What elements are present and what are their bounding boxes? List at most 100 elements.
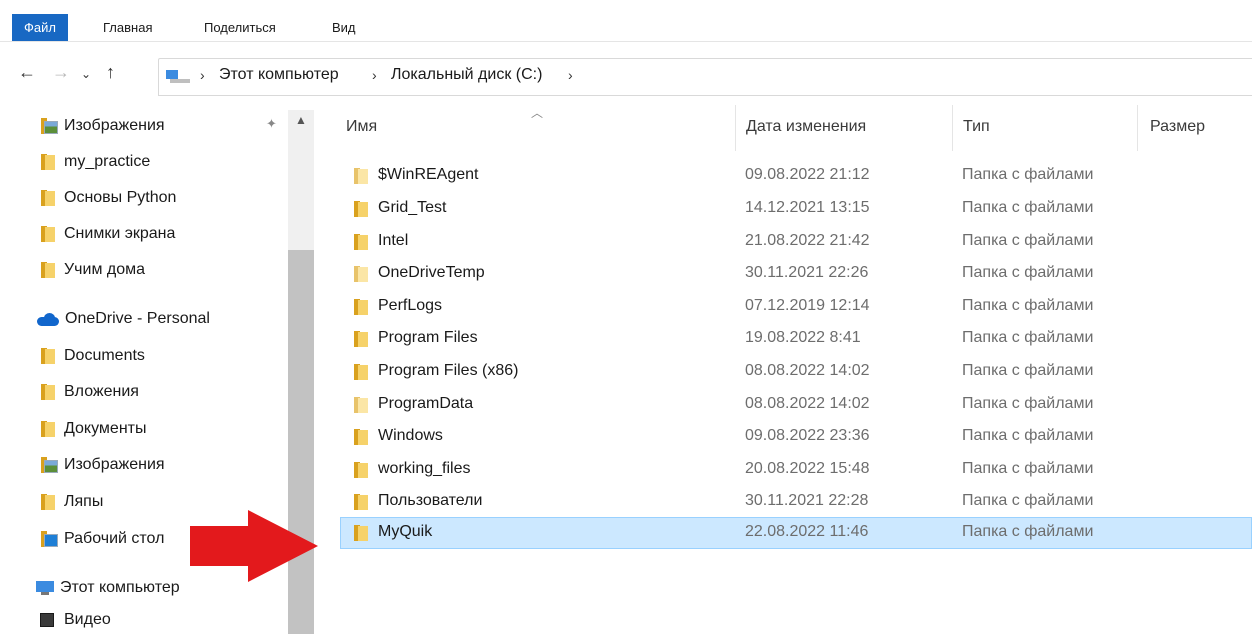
folder-icon	[40, 225, 56, 243]
file-type: Папка с файлами	[962, 232, 1094, 249]
sidebar-item-my-practice[interactable]: my_practice	[40, 147, 150, 177]
sidebar-item-label: Учим дома	[64, 261, 146, 278]
file-type: Папка с файлами	[962, 199, 1094, 216]
folder-icon	[40, 347, 56, 365]
sidebar-item-label: OneDrive - Personal	[65, 310, 210, 327]
file-date: 21.08.2022 21:42	[745, 232, 870, 249]
column-header-type[interactable]: Тип	[963, 118, 990, 136]
sidebar-item-study-at-home[interactable]: Учим дома	[40, 255, 145, 285]
tab-share[interactable]: Поделиться	[192, 14, 288, 42]
folder-icon	[353, 298, 369, 316]
sidebar-item-label: Документы	[64, 420, 147, 437]
breadcrumb-separator-icon[interactable]: ›	[568, 67, 573, 83]
folder-icon	[40, 383, 56, 401]
file-row[interactable]: ProgramData 08.08.2022 14:02 Папка с фай…	[340, 390, 1252, 420]
file-row[interactable]: $WinREAgent 09.08.2022 21:12 Папка с фай…	[340, 161, 1252, 191]
column-header-size[interactable]: Размер	[1150, 118, 1205, 136]
file-name: OneDriveTemp	[378, 264, 485, 281]
file-type: Папка с файлами	[962, 492, 1094, 509]
scroll-up-arrow-icon[interactable]: ▲	[295, 113, 307, 127]
drive-icon	[166, 70, 192, 84]
sidebar-item-pictures[interactable]: Изображения	[40, 111, 165, 141]
file-type: Папка с файлами	[962, 460, 1094, 477]
tab-home[interactable]: Главная	[91, 14, 164, 42]
sidebar-item-this-pc[interactable]: Этот компьютер	[36, 573, 180, 603]
file-row[interactable]: PerfLogs 07.12.2019 12:14 Папка с файлам…	[340, 292, 1252, 322]
file-row[interactable]: Intel 21.08.2022 21:42 Папка с файлами	[340, 227, 1252, 257]
desktop-folder-icon	[40, 530, 58, 548]
file-type: Папка с файлами	[962, 297, 1094, 314]
pin-icon[interactable]: ✦	[266, 116, 277, 132]
sidebar-item-label: Этот компьютер	[60, 579, 180, 596]
column-header-name[interactable]: Имя	[346, 118, 377, 136]
file-name: Program Files (x86)	[378, 362, 519, 379]
file-row-selected[interactable]: MyQuik 22.08.2022 11:46 Папка с файлами	[340, 517, 1252, 549]
file-row[interactable]: Пользователи 30.11.2021 22:28 Папка с фа…	[340, 487, 1252, 517]
sidebar-item-label: Вложения	[64, 383, 139, 400]
breadcrumb-separator-icon[interactable]: ›	[200, 67, 205, 83]
file-date: 08.08.2022 14:02	[745, 362, 870, 379]
file-row[interactable]: Grid_Test 14.12.2021 13:15 Папка с файла…	[340, 194, 1252, 224]
sidebar-item-documents[interactable]: Документы	[40, 414, 146, 444]
ribbon: Файл Главная Поделиться Вид	[0, 0, 1252, 42]
file-name: Пользователи	[378, 492, 483, 509]
file-name: $WinREAgent	[378, 166, 479, 183]
file-name: working_files	[378, 460, 471, 477]
folder-icon	[353, 396, 369, 414]
sidebar-item-python-basics[interactable]: Основы Python	[40, 183, 176, 213]
column-divider[interactable]	[735, 105, 736, 151]
pictures-folder-icon	[40, 456, 58, 474]
tab-view[interactable]: Вид	[320, 14, 368, 42]
sidebar-item-onedrive[interactable]: OneDrive - Personal	[37, 304, 210, 334]
sidebar-item-label: Снимки экрана	[64, 225, 176, 242]
folder-icon	[40, 261, 56, 279]
sidebar-item-attachments[interactable]: Вложения	[40, 377, 139, 407]
sidebar-item-label: Ляпы	[64, 493, 104, 510]
sidebar-item-videos[interactable]: Видео	[40, 605, 111, 635]
folder-icon	[353, 200, 369, 218]
pictures-folder-icon	[40, 117, 58, 135]
file-row[interactable]: Windows 09.08.2022 23:36 Папка с файлами	[340, 422, 1252, 452]
file-type: Папка с файлами	[962, 329, 1094, 346]
file-type: Папка с файлами	[962, 264, 1094, 281]
up-arrow-icon[interactable]: ↑	[106, 62, 115, 83]
sidebar-item-screenshots[interactable]: Снимки экрана	[40, 219, 175, 249]
file-date: 07.12.2019 12:14	[745, 297, 870, 314]
file-name: Intel	[378, 232, 409, 249]
recent-locations-chevron-icon[interactable]: ⌄	[81, 67, 91, 81]
file-name: MyQuik	[378, 523, 433, 540]
this-pc-icon	[36, 580, 54, 596]
file-name: PerfLogs	[378, 297, 443, 314]
file-date: 19.08.2022 8:41	[745, 329, 861, 346]
sidebar-item-label: my_practice	[64, 153, 151, 170]
file-name: Program Files	[378, 329, 478, 346]
ribbon-divider	[0, 41, 1252, 42]
file-date: 30.11.2021 22:26	[745, 264, 869, 281]
sidebar-item-bloopers[interactable]: Ляпы	[40, 487, 103, 517]
sidebar-item-label: Рабочий стол	[64, 530, 165, 547]
file-date: 14.12.2021 13:15	[745, 199, 870, 216]
tab-file[interactable]: Файл	[12, 14, 68, 42]
file-row[interactable]: Program Files (x86) 08.08.2022 14:02 Пап…	[340, 357, 1252, 387]
sidebar-item-desktop[interactable]: Рабочий стол	[40, 524, 164, 554]
folder-icon	[353, 233, 369, 251]
onedrive-cloud-icon	[37, 312, 59, 326]
folder-icon	[40, 420, 56, 438]
breadcrumb-this-pc[interactable]: Этот компьютер	[219, 66, 339, 84]
folder-icon	[353, 363, 369, 381]
folder-icon	[40, 189, 56, 207]
sidebar-item-documents-en[interactable]: Documents	[40, 341, 145, 371]
folder-icon	[353, 265, 369, 283]
breadcrumb-local-disk[interactable]: Локальный диск (C:)	[391, 66, 542, 84]
sidebar-item-pictures-onedrive[interactable]: Изображения	[40, 450, 165, 480]
column-divider[interactable]	[1137, 105, 1138, 151]
file-row[interactable]: working_files 20.08.2022 15:48 Папка с ф…	[340, 455, 1252, 485]
file-row[interactable]: OneDriveTemp 30.11.2021 22:26 Папка с фа…	[340, 259, 1252, 289]
column-divider[interactable]	[952, 105, 953, 151]
breadcrumb-separator-icon[interactable]: ›	[372, 67, 377, 83]
back-arrow-icon[interactable]: ←	[18, 62, 36, 83]
forward-arrow-icon[interactable]: →	[52, 62, 70, 83]
file-row[interactable]: Program Files 19.08.2022 8:41 Папка с фа…	[340, 324, 1252, 354]
column-header-date[interactable]: Дата изменения	[746, 118, 866, 136]
file-name: Windows	[378, 427, 443, 444]
